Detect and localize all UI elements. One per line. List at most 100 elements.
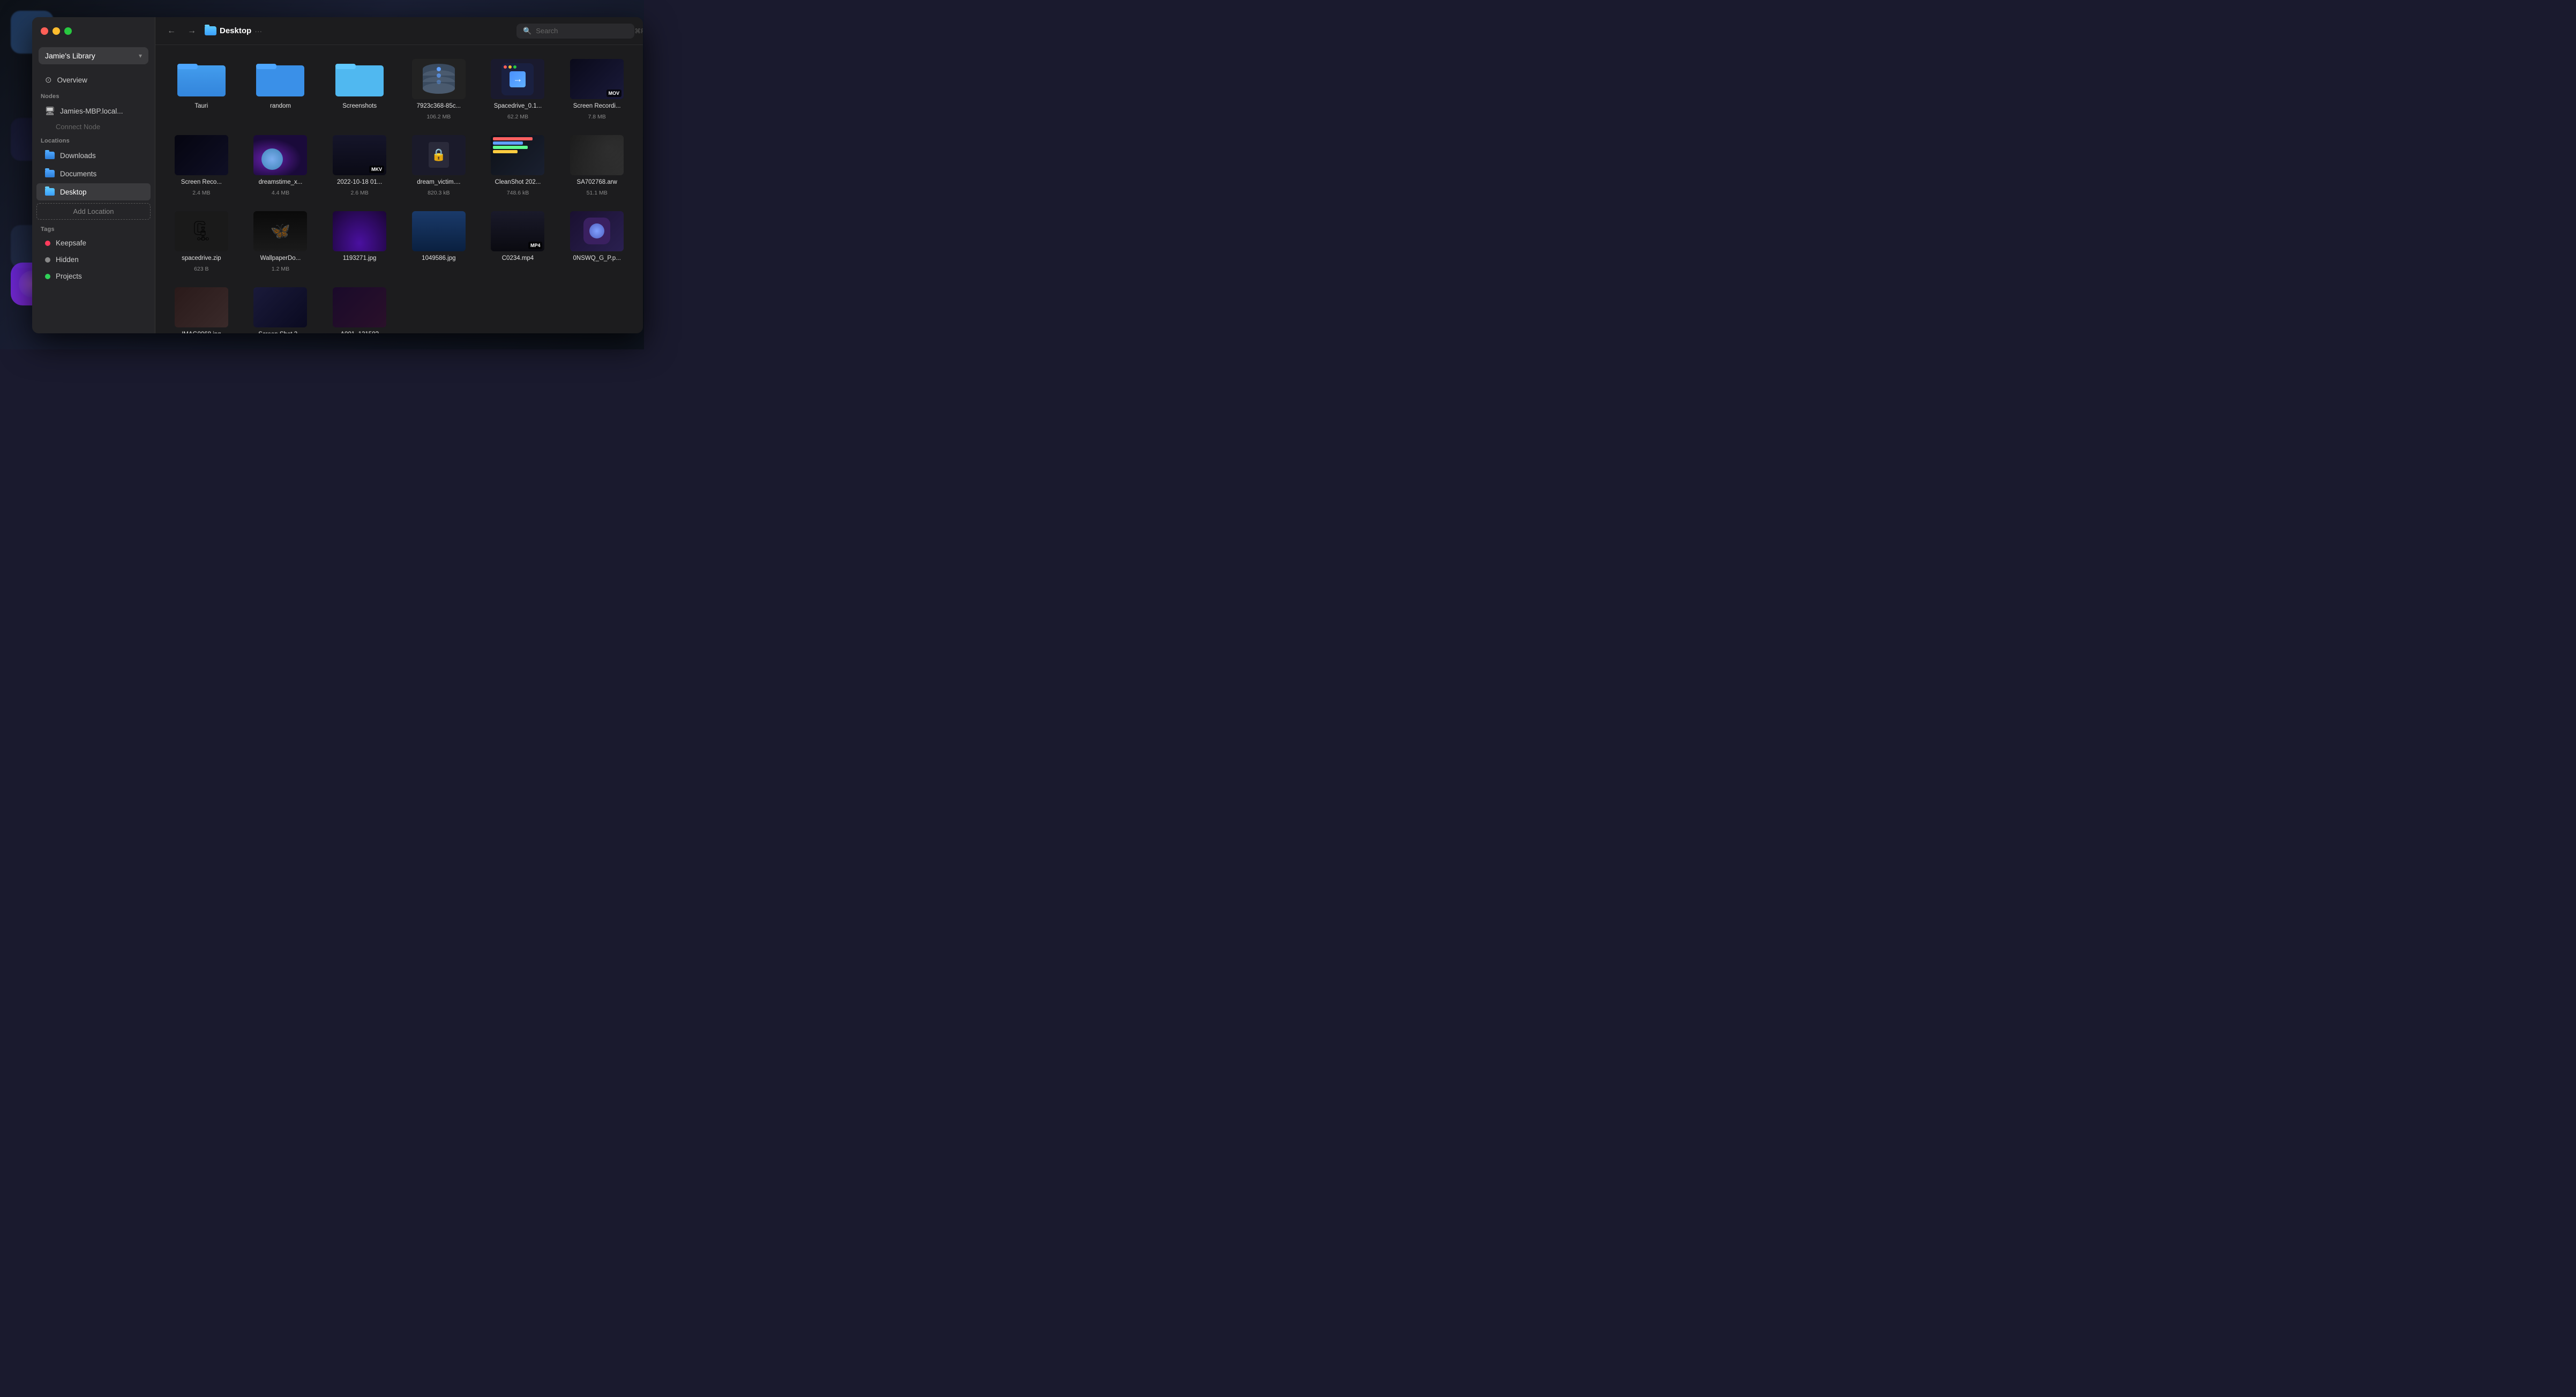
search-icon: 🔍: [523, 27, 531, 35]
file-item-screenshot2[interactable]: Screen Shot 2...: [243, 282, 318, 333]
file-name-sport: IMAG0068.jpg: [175, 331, 228, 333]
file-name-mp4: C0234.mp4: [491, 255, 544, 263]
breadcrumb-folder-icon: [205, 26, 216, 35]
nodes-section-label: Nodes: [32, 89, 155, 102]
file-item-screenrec1[interactable]: MOV Screen Recordi... 7.8 MB: [559, 54, 634, 125]
folder-downloads-icon: [45, 151, 55, 160]
file-item-mkv[interactable]: MKV 2022-10-18 01... 2.6 MB: [322, 130, 397, 201]
minimize-button[interactable]: [53, 27, 60, 35]
back-button[interactable]: ←: [164, 24, 179, 39]
tags-section-label: Tags: [32, 222, 155, 235]
file-item-app[interactable]: 0NSWQ_G_P.p...: [559, 206, 634, 278]
folder-tauri-icon: [177, 60, 226, 99]
mov-badge: MOV: [606, 89, 622, 97]
file-name-app: 0NSWQ_G_P.p...: [570, 255, 624, 263]
file-item-zip[interactable]: 🗜 spacedrive.zip 623 B: [164, 206, 239, 278]
search-shortcut: ⌘F: [634, 27, 643, 35]
hidden-label: Hidden: [56, 256, 79, 264]
search-bar[interactable]: 🔍 ⌘F: [516, 24, 634, 39]
breadcrumb-more-button[interactable]: ···: [254, 27, 262, 35]
file-item-img2[interactable]: 1049586.jpg: [401, 206, 476, 278]
file-name-db: 7923c368-85c...: [412, 102, 466, 110]
forward-button[interactable]: →: [184, 24, 199, 39]
db-icon: [420, 62, 458, 96]
file-item-random[interactable]: random: [243, 54, 318, 125]
file-size-dreamvictim: 820.3 kB: [428, 190, 450, 196]
projects-tag-dot: [45, 274, 50, 279]
titlebar: [32, 17, 155, 45]
file-item-dreamvictim[interactable]: 🔒 dream_victim.... 820.3 kB: [401, 130, 476, 201]
file-size-spacedrive: 62.2 MB: [507, 114, 528, 120]
folder-random-icon: [256, 60, 304, 99]
file-name-tauri: Tauri: [175, 102, 228, 110]
sidebar-item-downloads[interactable]: Downloads: [36, 147, 151, 164]
locations-section-label: Locations: [32, 133, 155, 146]
file-name-spacedrive: Spacedrive_0.1...: [491, 102, 544, 110]
file-item-img1[interactable]: 1193271.jpg: [322, 206, 397, 278]
sidebar-node-name: Jamies-MBP.local...: [60, 107, 123, 115]
file-grid: Tauri random: [155, 45, 643, 333]
library-selector[interactable]: Jamie's Library ▾: [39, 47, 148, 64]
add-location-button[interactable]: Add Location: [36, 203, 151, 220]
file-item-wallpaper[interactable]: 🦋 WallpaperDo... 1.2 MB: [243, 206, 318, 278]
file-size-mkv: 2.6 MB: [351, 190, 369, 196]
file-size-arw: 51.1 MB: [587, 190, 608, 196]
file-name-screenshot2: Screen Shot 2...: [253, 331, 307, 333]
chevron-down-icon: ▾: [139, 52, 142, 59]
search-input[interactable]: [536, 27, 630, 35]
file-name-dreamvictim: dream_victim....: [412, 178, 466, 186]
file-item-db[interactable]: 7923c368-85c... 106.2 MB: [401, 54, 476, 125]
file-name-a001: A001_12150?: [333, 331, 386, 333]
orbit-icon: ⊙: [45, 75, 52, 85]
breadcrumb-title: Desktop: [220, 26, 251, 35]
file-item-tauri[interactable]: Tauri: [164, 54, 239, 125]
sidebar-item-projects[interactable]: Projects: [36, 268, 151, 284]
file-size-screenrec2: 2.4 MB: [192, 190, 210, 196]
main-content: ← → Desktop ··· 🔍 ⌘F: [155, 17, 643, 333]
sidebar-item-overview[interactable]: ⊙ Overview: [36, 71, 151, 88]
folder-desktop-icon: [45, 187, 55, 197]
file-name-mkv: 2022-10-18 01...: [333, 178, 386, 186]
connect-node-button[interactable]: Connect Node: [32, 120, 155, 133]
file-item-cleanshot[interactable]: CleanShot 202... 748.6 kB: [481, 130, 556, 201]
file-size-dreamstime: 4.4 MB: [272, 190, 289, 196]
sidebar-item-desktop[interactable]: Desktop: [36, 183, 151, 200]
file-name-zip: spacedrive.zip: [175, 255, 228, 263]
file-item-screenshots[interactable]: Screenshots: [322, 54, 397, 125]
toolbar: ← → Desktop ··· 🔍 ⌘F: [155, 17, 643, 45]
sidebar-documents-label: Documents: [60, 170, 96, 178]
sidebar-item-hidden[interactable]: Hidden: [36, 252, 151, 267]
file-name-img1: 1193271.jpg: [333, 255, 386, 263]
file-name-screenrec1: Screen Recordi...: [570, 102, 624, 110]
file-size-wallpaper: 1.2 MB: [272, 266, 289, 272]
folder-documents-icon: [45, 169, 55, 178]
sidebar: Jamie's Library ▾ ⊙ Overview Nodes 🖥 Jam…: [32, 17, 155, 333]
file-size-screenrec1: 7.8 MB: [588, 114, 606, 120]
maximize-button[interactable]: [64, 27, 72, 35]
sidebar-downloads-label: Downloads: [60, 152, 96, 160]
file-name-wallpaper: WallpaperDo...: [253, 255, 307, 263]
file-item-sport[interactable]: IMAG0068.jpg: [164, 282, 239, 333]
file-name-arw: SA702768.arw: [570, 178, 624, 186]
breadcrumb: Desktop ···: [205, 26, 511, 35]
keepsafe-tag-dot: [45, 241, 50, 246]
close-button[interactable]: [41, 27, 48, 35]
sidebar-item-overview-label: Overview: [57, 76, 87, 84]
file-item-mp4[interactable]: MP4 C0234.mp4: [481, 206, 556, 278]
file-item-dreamstime[interactable]: dreamstime_x... 4.4 MB: [243, 130, 318, 201]
keepsafe-label: Keepsafe: [56, 239, 86, 247]
file-name-dreamstime: dreamstime_x...: [253, 178, 307, 186]
file-name-random: random: [253, 102, 307, 110]
hidden-tag-dot: [45, 257, 50, 263]
sidebar-item-documents[interactable]: Documents: [36, 165, 151, 182]
sidebar-item-node[interactable]: 🖥 Jamies-MBP.local...: [36, 102, 151, 119]
file-item-screenrec2[interactable]: Screen Reco... 2.4 MB: [164, 130, 239, 201]
back-arrow-icon: ←: [167, 26, 176, 36]
file-size-db: 106.2 MB: [426, 114, 451, 120]
file-item-a001[interactable]: A001_12150?: [322, 282, 397, 333]
sidebar-item-keepsafe[interactable]: Keepsafe: [36, 235, 151, 251]
file-item-arw[interactable]: SA702768.arw 51.1 MB: [559, 130, 634, 201]
file-item-spacedrive[interactable]: → Spacedrive_0.1... 62.2 MB: [481, 54, 556, 125]
projects-label: Projects: [56, 272, 82, 280]
file-name-img2: 1049586.jpg: [412, 255, 466, 263]
